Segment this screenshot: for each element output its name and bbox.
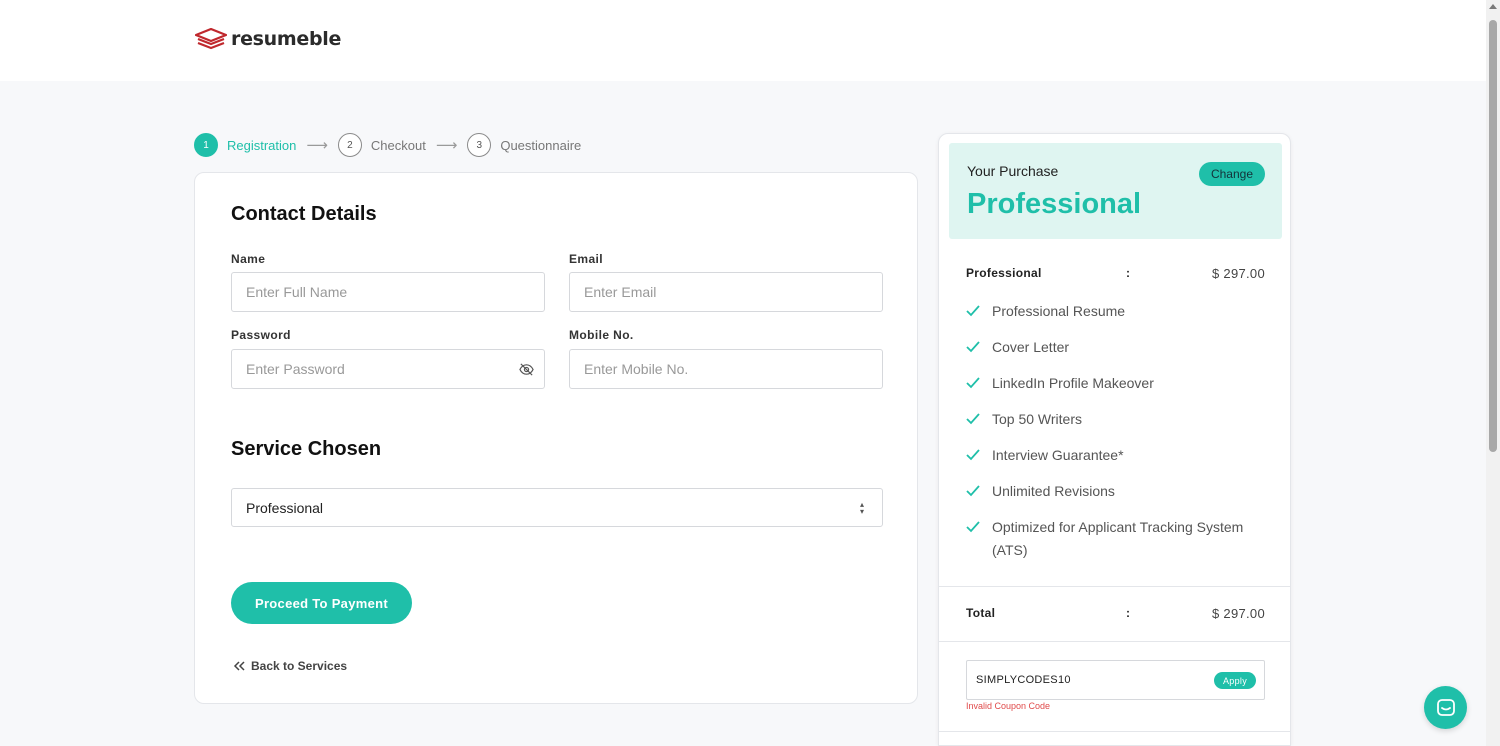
list-item: Cover Letter xyxy=(966,336,1276,359)
list-item: Optimized for Applicant Tracking System … xyxy=(966,516,1276,562)
total-colon: : xyxy=(1126,606,1131,620)
list-item: Unlimited Revisions xyxy=(966,480,1276,503)
line-item-name: Professional xyxy=(966,266,1042,280)
list-item: Top 50 Writers xyxy=(966,408,1276,431)
total-price: $ 297.00 xyxy=(1211,606,1265,621)
divider xyxy=(939,586,1290,587)
apply-coupon-button[interactable]: Apply xyxy=(1214,672,1256,689)
back-to-services-link[interactable]: Back to Services xyxy=(233,659,347,673)
feature-label: Optimized for Applicant Tracking System … xyxy=(992,519,1244,558)
step-number: 1 xyxy=(194,133,218,157)
top-header: resumeble xyxy=(0,0,1486,81)
feature-label: Interview Guarantee* xyxy=(992,447,1124,463)
scroll-up-icon[interactable] xyxy=(1489,4,1497,9)
divider xyxy=(939,641,1290,642)
page-scrollbar[interactable] xyxy=(1486,0,1500,746)
logo-icon xyxy=(195,28,227,50)
coupon-value: SIMPLYCODES10 xyxy=(976,674,1071,686)
email-label: Email xyxy=(569,252,604,266)
divider xyxy=(939,731,1290,732)
list-item: LinkedIn Profile Makeover xyxy=(966,372,1276,395)
purchase-header: Your Purchase Professional Change xyxy=(949,143,1282,239)
eye-off-icon[interactable] xyxy=(519,362,534,377)
chat-icon xyxy=(1436,698,1455,716)
list-item: Professional Resume xyxy=(966,300,1276,323)
line-item-colon: : xyxy=(1126,266,1131,280)
coupon-error-message: Invalid Coupon Code xyxy=(966,701,1051,711)
back-to-services-label: Back to Services xyxy=(251,659,348,673)
feature-label: Top 50 Writers xyxy=(992,411,1082,427)
check-icon xyxy=(966,341,980,353)
scroll-thumb[interactable] xyxy=(1489,20,1497,452)
line-item-row: Professional : $ 297.00 xyxy=(966,266,1265,281)
service-chosen-title: Service Chosen xyxy=(231,438,382,460)
step-label: Checkout xyxy=(370,137,426,153)
arrow-right-icon: ⟶ xyxy=(435,137,458,154)
password-input[interactable]: Enter Password xyxy=(231,349,545,389)
logo-text: resumeble xyxy=(231,28,342,50)
logo[interactable]: resumeble xyxy=(195,28,341,50)
change-plan-button[interactable]: Change xyxy=(1199,162,1265,186)
step-label: Questionnaire xyxy=(500,137,582,153)
total-row: Total : $ 297.00 xyxy=(966,606,1265,621)
feature-label: Professional Resume xyxy=(992,303,1126,319)
chat-widget-button[interactable] xyxy=(1424,686,1467,729)
feature-label: LinkedIn Profile Makeover xyxy=(992,375,1154,391)
total-label: Total xyxy=(966,606,996,620)
step-registration: 1 Registration xyxy=(194,133,296,157)
arrow-right-icon: ⟶ xyxy=(306,137,328,154)
mobile-label: Mobile No. xyxy=(569,328,634,342)
step-checkout: 2 Checkout xyxy=(337,133,426,157)
check-icon xyxy=(966,449,980,461)
proceed-to-payment-button[interactable]: Proceed To Payment xyxy=(231,582,412,624)
line-item-price: $ 297.00 xyxy=(1211,266,1265,281)
name-input[interactable]: Enter Full Name xyxy=(231,272,545,312)
check-icon xyxy=(966,521,980,533)
step-label: Registration xyxy=(227,137,297,153)
coupon-input[interactable]: SIMPLYCODES10 Apply xyxy=(966,660,1265,700)
mobile-input[interactable]: Enter Mobile No. xyxy=(569,349,883,389)
checkout-stepper: 1 Registration ⟶ 2 Checkout ⟶ 3 Question… xyxy=(194,133,581,157)
select-arrows-icon: ▴ ▾ xyxy=(859,500,864,516)
password-label: Password xyxy=(231,328,291,342)
name-label: Name xyxy=(231,252,266,266)
step-number: 3 xyxy=(467,133,492,157)
feature-list: Professional Resume Cover Letter LinkedI… xyxy=(966,300,1276,575)
double-chevron-left-icon xyxy=(233,661,245,671)
feature-label: Unlimited Revisions xyxy=(992,483,1115,499)
your-purchase-label: Your Purchase xyxy=(967,163,1059,179)
step-number: 2 xyxy=(337,133,362,157)
check-icon xyxy=(966,305,980,317)
plan-name: Professional xyxy=(967,188,1142,220)
contact-details-title: Contact Details xyxy=(231,203,377,225)
service-select[interactable]: Professional ▴ ▾ xyxy=(231,488,883,527)
check-icon xyxy=(966,377,980,389)
password-placeholder: Enter Password xyxy=(246,361,345,377)
step-questionnaire: 3 Questionnaire xyxy=(467,133,581,157)
check-icon xyxy=(966,413,980,425)
service-select-value: Professional xyxy=(246,499,324,516)
purchase-summary-card: Your Purchase Professional Change Profes… xyxy=(938,133,1291,746)
check-icon xyxy=(966,485,980,497)
list-item: Interview Guarantee* xyxy=(966,444,1276,467)
email-input[interactable]: Enter Email xyxy=(569,272,883,312)
registration-form-card: Contact Details Name Enter Full Name Ema… xyxy=(194,172,918,704)
feature-label: Cover Letter xyxy=(992,339,1070,355)
